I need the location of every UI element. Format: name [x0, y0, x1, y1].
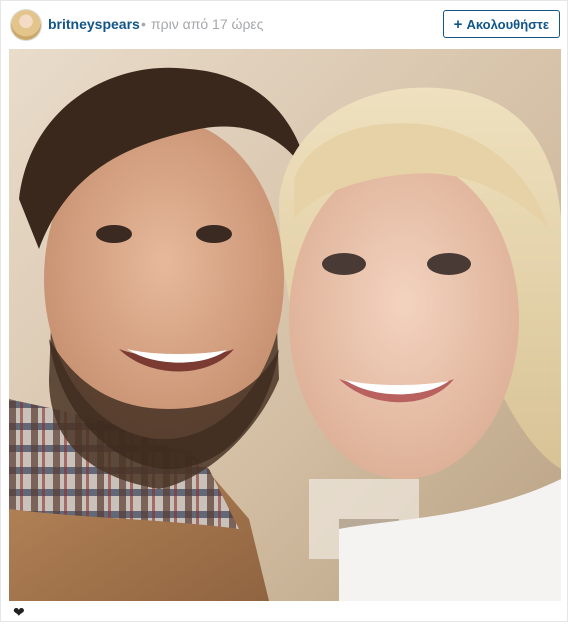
follow-button-label: Ακολουθήστε — [466, 16, 549, 32]
selfie-photo-illustration — [9, 49, 561, 601]
post-timestamp[interactable]: πριν από 17 ώρες — [151, 16, 263, 32]
avatar[interactable] — [11, 10, 41, 40]
heart-icon[interactable]: ❤ — [13, 605, 25, 619]
follow-button[interactable]: + Ακολουθήστε — [442, 10, 560, 38]
post-photo[interactable] — [9, 49, 561, 601]
post-footer: ❤ — [1, 603, 567, 623]
post-header: britneyspears • πριν από 17 ώρες + Ακολο… — [1, 1, 567, 47]
separator-dot: • — [141, 16, 146, 32]
username-link[interactable]: britneyspears — [48, 16, 140, 32]
post-card: britneyspears • πριν από 17 ώρες + Ακολο… — [0, 0, 568, 622]
plus-icon: + — [453, 15, 463, 33]
